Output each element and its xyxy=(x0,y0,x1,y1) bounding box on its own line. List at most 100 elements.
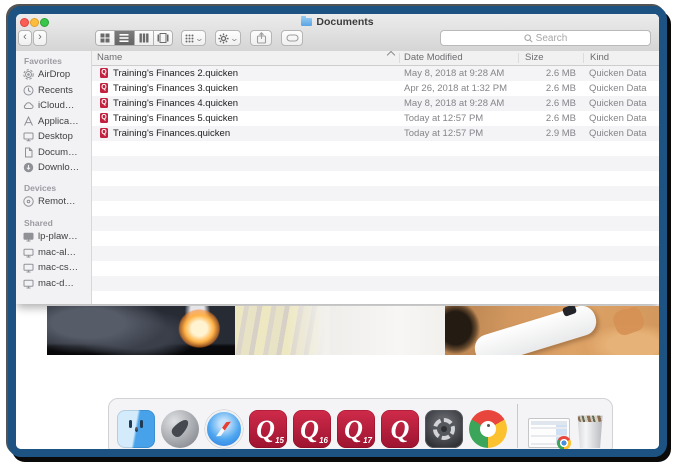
shared-computer-icon xyxy=(23,247,34,258)
shared-computer-icon xyxy=(23,262,34,273)
coverflow-view-icon xyxy=(157,33,169,43)
chevron-down-icon: ⌄ xyxy=(194,34,203,43)
column-header-size[interactable]: Size xyxy=(525,52,543,63)
list-view-icon xyxy=(119,33,129,43)
sidebar-item-downloads[interactable]: Downlo… xyxy=(16,160,91,176)
sidebar-item-icloud[interactable]: iCloud… xyxy=(16,98,91,114)
trash-dock-icon[interactable] xyxy=(576,415,604,448)
quicken-file-icon xyxy=(100,83,108,93)
minimized-window-thumbnail[interactable] xyxy=(528,418,570,448)
sidebar-item-mac-al[interactable]: mac-al… xyxy=(16,245,91,261)
search-icon xyxy=(524,34,533,43)
list-body: Training's Finances 2.quicken May 8, 201… xyxy=(92,66,659,304)
screen: Documents ‹ › xyxy=(16,14,659,449)
quicken-17-dock-icon[interactable]: 17 xyxy=(337,410,375,448)
folder-icon xyxy=(301,18,312,26)
tag-button[interactable] xyxy=(281,30,303,46)
dock-separator xyxy=(517,404,518,448)
column-header-date[interactable]: Date Modified xyxy=(404,52,463,63)
sidebar-item-remote-disc[interactable]: Remot… xyxy=(16,194,91,210)
back-button[interactable]: ‹ xyxy=(18,30,32,46)
shared-computer-icon xyxy=(23,278,34,289)
list-view-button[interactable] xyxy=(115,31,134,45)
finder-window: Documents ‹ › xyxy=(16,14,659,304)
sidebar-section-devices: Devices xyxy=(16,183,91,194)
group-icon xyxy=(185,34,194,43)
sticky-notes-photo xyxy=(235,306,330,355)
list-header: Name Date Modified Size Kind xyxy=(92,51,659,66)
column-divider xyxy=(399,53,400,63)
safari-dock-icon[interactable] xyxy=(205,410,243,448)
launchpad-dock-icon[interactable] xyxy=(161,410,199,448)
arm-watch-photo xyxy=(445,306,659,355)
remote-disc-icon xyxy=(23,196,34,207)
titlebar: Documents xyxy=(16,16,659,28)
quicken-15-badge: 15 xyxy=(275,436,284,445)
search-input[interactable]: Search xyxy=(440,30,651,46)
column-divider xyxy=(518,53,519,63)
rocket-launch-photo xyxy=(47,306,235,355)
table-row[interactable]: Training's Finances 2.quicken May 8, 201… xyxy=(92,66,659,81)
quicken-file-icon xyxy=(100,113,108,123)
table-row[interactable]: Training's Finances 5.quicken Today at 1… xyxy=(92,111,659,126)
sidebar: Favorites AirDrop Recents iCloud… xyxy=(16,51,92,304)
table-row[interactable]: Training's Finances.quicken Today at 12:… xyxy=(92,126,659,141)
quicken-16-dock-icon[interactable]: 16 xyxy=(293,410,331,448)
system-preferences-dock-icon[interactable] xyxy=(425,410,463,448)
column-header-name[interactable]: Name xyxy=(97,52,122,63)
view-switcher xyxy=(95,30,173,46)
gear-icon xyxy=(218,33,229,44)
sidebar-item-recents[interactable]: Recents xyxy=(16,83,91,99)
sidebar-section-favorites: Favorites xyxy=(16,56,91,67)
shared-computer-icon xyxy=(23,231,34,242)
table-row[interactable]: Training's Finances 4.quicken May 8, 201… xyxy=(92,96,659,111)
chrome-dock-icon[interactable] xyxy=(469,410,507,448)
window-chrome: Documents ‹ › xyxy=(16,14,659,52)
icon-view-button[interactable] xyxy=(96,31,115,45)
sidebar-item-applications[interactable]: Applica… xyxy=(16,114,91,130)
desktop-wallpaper-strip xyxy=(16,306,659,355)
sidebar-section-shared: Shared xyxy=(16,218,91,229)
sidebar-item-desktop[interactable]: Desktop xyxy=(16,129,91,145)
icloud-icon xyxy=(23,100,34,111)
forward-button[interactable]: › xyxy=(33,30,47,46)
table-row[interactable]: Training's Finances 3.quicken Apr 26, 20… xyxy=(92,81,659,96)
share-button[interactable] xyxy=(250,30,272,46)
share-icon xyxy=(256,32,267,44)
coverflow-view-button[interactable] xyxy=(154,31,172,45)
tag-icon xyxy=(286,34,299,42)
recents-icon xyxy=(23,85,34,96)
quicken-file-icon xyxy=(100,68,108,78)
file-list: Name Date Modified Size Kind Training's … xyxy=(92,51,659,304)
column-divider xyxy=(583,53,584,63)
grid-view-icon xyxy=(100,33,110,43)
search-placeholder: Search xyxy=(536,33,568,44)
quicken-file-icon xyxy=(100,128,108,138)
documents-icon xyxy=(23,147,34,158)
screenshot-frame: Documents ‹ › xyxy=(8,6,667,457)
sort-ascending-icon xyxy=(387,51,395,59)
wallpaper-light-section xyxy=(330,306,445,355)
sidebar-item-airdrop[interactable]: AirDrop xyxy=(16,67,91,83)
arrange-button[interactable]: ⌄ xyxy=(181,30,206,46)
finder-dock-icon[interactable] xyxy=(117,410,155,448)
dock: 15 16 17 xyxy=(108,398,613,449)
action-button[interactable]: ⌄ xyxy=(215,30,241,46)
chevron-down-icon: ⌄ xyxy=(230,34,239,43)
column-view-button[interactable] xyxy=(135,31,154,45)
window-title: Documents xyxy=(316,16,373,28)
sidebar-item-lp-plaw[interactable]: lp-plaw… xyxy=(16,229,91,245)
quicken-15-dock-icon[interactable]: 15 xyxy=(249,410,287,448)
quicken-16-badge: 16 xyxy=(319,436,328,445)
desktop: Documents ‹ › xyxy=(0,0,675,470)
downloads-icon xyxy=(23,162,34,173)
sidebar-item-mac-d[interactable]: mac-d… xyxy=(16,276,91,292)
sidebar-item-mac-cs[interactable]: mac-cs… xyxy=(16,260,91,276)
sidebar-item-documents[interactable]: Docum… xyxy=(16,145,91,161)
desktop-icon xyxy=(23,131,34,142)
quicken-dock-icon[interactable] xyxy=(381,410,419,448)
applications-icon xyxy=(23,116,34,127)
quicken-file-icon xyxy=(100,98,108,108)
column-view-icon xyxy=(139,33,149,43)
column-header-kind[interactable]: Kind xyxy=(590,52,609,63)
